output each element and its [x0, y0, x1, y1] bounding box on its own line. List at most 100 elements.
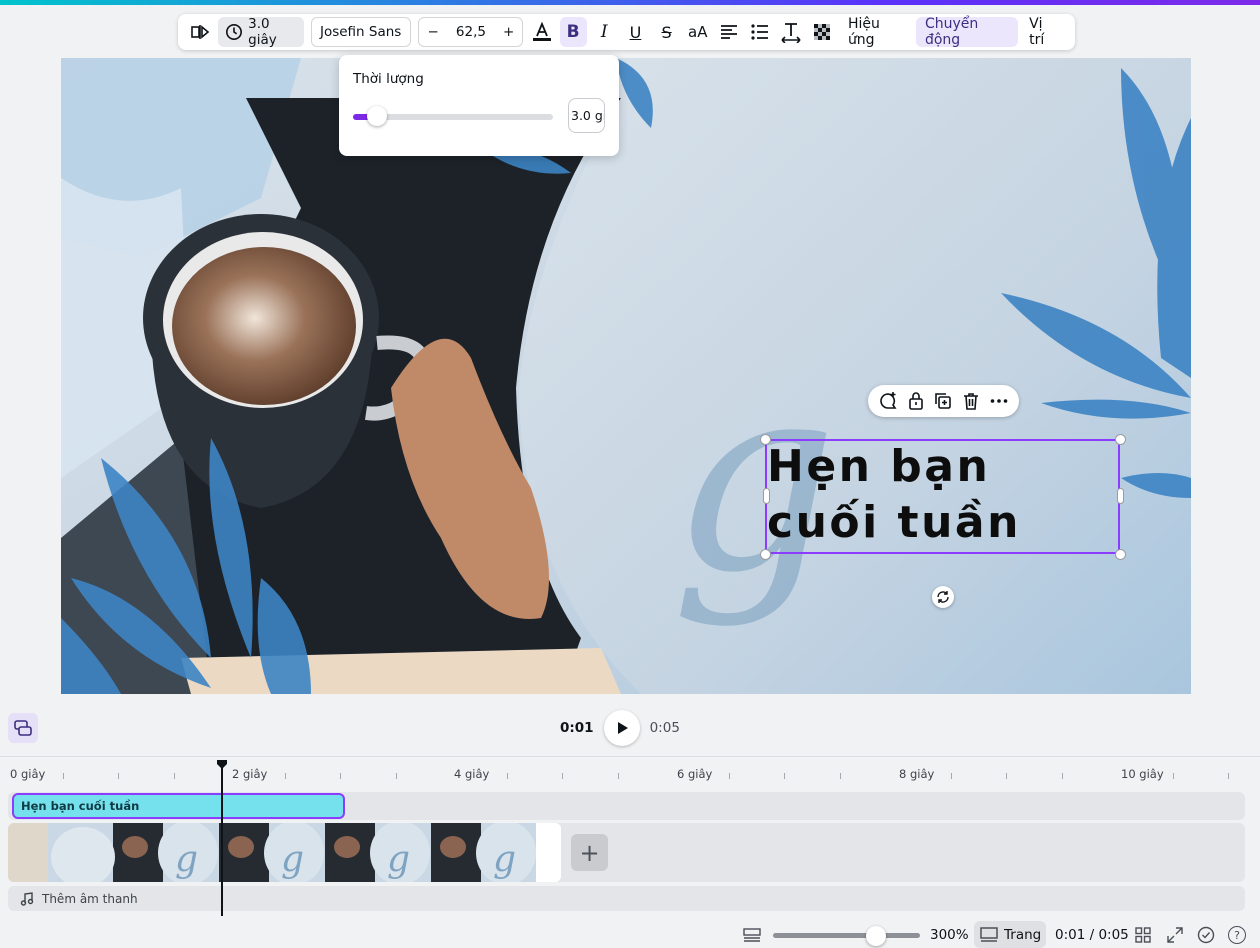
- svg-text:g: g: [175, 839, 198, 880]
- check-circle-icon: [1197, 926, 1215, 944]
- duration-popup: Thời lượng 3.0 giây: [339, 55, 619, 156]
- timeline-ruler[interactable]: 0 giây 2 giây 4 giây 6 giây 8 giây 10 gi…: [0, 764, 1260, 786]
- underline-button[interactable]: U: [622, 17, 649, 47]
- list-button[interactable]: [746, 17, 773, 47]
- ruler-tick: [1228, 773, 1229, 779]
- rotate-icon: [937, 591, 949, 603]
- duplicate-icon: [935, 393, 952, 409]
- spacing-button[interactable]: [778, 17, 805, 47]
- bold-button[interactable]: B: [559, 17, 587, 47]
- strikethrough-icon: S: [661, 22, 672, 42]
- flip-button[interactable]: [186, 17, 213, 47]
- resize-handle-right[interactable]: [1117, 488, 1124, 504]
- ruler-label: 0 giây: [10, 767, 46, 781]
- ruler-tick: [340, 773, 341, 779]
- svg-text:g: g: [493, 839, 516, 880]
- fullscreen-button[interactable]: [1165, 925, 1185, 945]
- position-label: Vị trí: [1029, 16, 1045, 48]
- ruler-label: 8 giây: [899, 767, 935, 781]
- video-clip[interactable]: gggg: [8, 823, 561, 882]
- resize-handle-top-right[interactable]: [1115, 434, 1126, 445]
- list-icon: [751, 24, 769, 40]
- text-clip[interactable]: Hẹn bạn cuối tuần: [12, 793, 345, 819]
- svg-text:g: g: [281, 839, 304, 880]
- current-time: 0:01: [560, 720, 594, 736]
- video-thumbnails: gggg: [8, 823, 561, 882]
- position-button[interactable]: Vị trí: [1020, 16, 1068, 48]
- layers-button[interactable]: [8, 713, 38, 743]
- ruler-tick: [617, 773, 619, 779]
- canvas-artwork: g: [61, 58, 1191, 694]
- add-audio-track[interactable]: Thêm âm thanh: [8, 886, 1245, 911]
- font-size-increase-button[interactable]: +: [503, 24, 514, 40]
- play-button[interactable]: [603, 710, 640, 746]
- resize-handle-top-left[interactable]: [760, 434, 771, 445]
- resize-handle-bottom-right[interactable]: [1115, 549, 1126, 560]
- transparency-button[interactable]: [809, 17, 836, 47]
- more-options-button[interactable]: [987, 389, 1011, 413]
- italic-icon: I: [600, 22, 608, 42]
- text-toolbar: 3.0 giây Josefin Sans − 62,5 + B I U S a…: [178, 14, 1075, 50]
- lock-button[interactable]: [904, 389, 928, 413]
- zoom-slider-knob[interactable]: [865, 926, 886, 946]
- ruler-label: 4 giây: [454, 767, 490, 781]
- playhead-handle[interactable]: [217, 760, 227, 770]
- help-button[interactable]: ?: [1227, 925, 1247, 945]
- font-size-stepper: − 62,5 +: [418, 17, 524, 47]
- font-family-dropdown[interactable]: Josefin Sans: [310, 17, 412, 47]
- resize-handle-bottom-left[interactable]: [760, 549, 771, 560]
- delete-button[interactable]: [959, 389, 983, 413]
- clock-icon: [226, 24, 243, 40]
- svg-text:g: g: [387, 839, 410, 880]
- rotate-button[interactable]: [932, 586, 954, 608]
- duration-slider-knob[interactable]: [367, 106, 387, 126]
- playhead-line[interactable]: [221, 766, 223, 916]
- ruler-tick: [784, 773, 785, 779]
- ruler-tick: [1006, 773, 1007, 779]
- bold-icon: B: [566, 22, 580, 42]
- timeline-toggle-button[interactable]: [742, 925, 762, 945]
- align-button[interactable]: [715, 17, 742, 47]
- italic-button[interactable]: I: [591, 17, 618, 47]
- pages-button[interactable]: Trang: [974, 921, 1046, 948]
- font-size-decrease-button[interactable]: −: [427, 24, 438, 40]
- add-clip-button[interactable]: +: [571, 834, 608, 871]
- ruler-tick: [173, 773, 175, 779]
- grid-icon: [1135, 927, 1151, 943]
- duration-input[interactable]: 3.0 giây: [568, 98, 605, 133]
- ruler-tick: [728, 773, 730, 779]
- strikethrough-button[interactable]: S: [653, 17, 680, 47]
- ruler-label: 2 giây: [232, 767, 268, 781]
- ruler-tick: [284, 773, 286, 779]
- duration-label: 3.0 giây: [248, 16, 277, 48]
- grid-view-button[interactable]: [1133, 925, 1153, 945]
- playback-controls: 0:01 0:05: [560, 710, 680, 746]
- text-color-icon: [532, 21, 551, 41]
- letter-case-button[interactable]: aA: [684, 17, 711, 47]
- transparency-icon: [814, 24, 831, 40]
- duration-button[interactable]: 3.0 giây: [218, 16, 304, 48]
- zoom-slider[interactable]: [773, 926, 920, 946]
- align-icon: [720, 25, 737, 39]
- design-canvas[interactable]: g: [61, 58, 1191, 694]
- text-color-button[interactable]: [528, 17, 555, 47]
- font-family-value: Josefin Sans: [319, 24, 402, 40]
- time-ratio: 0:01 / 0:05: [1055, 927, 1129, 943]
- text-selection-box: [765, 439, 1120, 554]
- font-size-input[interactable]: 62,5: [456, 24, 486, 40]
- ruler-tick: [950, 773, 952, 779]
- timeline-divider: [0, 756, 1260, 757]
- check-button[interactable]: [1196, 925, 1216, 945]
- add-audio-label: Thêm âm thanh: [42, 891, 138, 906]
- ruler-tick: [1061, 773, 1063, 779]
- duplicate-button[interactable]: [931, 389, 955, 413]
- music-note-icon: [20, 891, 34, 906]
- effects-button[interactable]: Hiệu ứng: [839, 16, 914, 48]
- ruler-tick: [1172, 773, 1174, 779]
- flip-icon: [190, 25, 209, 39]
- animate-button[interactable]: Chuyển động: [915, 16, 1019, 48]
- comment-add-button[interactable]: [876, 389, 900, 413]
- duration-slider[interactable]: [353, 106, 553, 126]
- duration-popup-title: Thời lượng: [353, 71, 424, 87]
- resize-handle-left[interactable]: [763, 488, 770, 504]
